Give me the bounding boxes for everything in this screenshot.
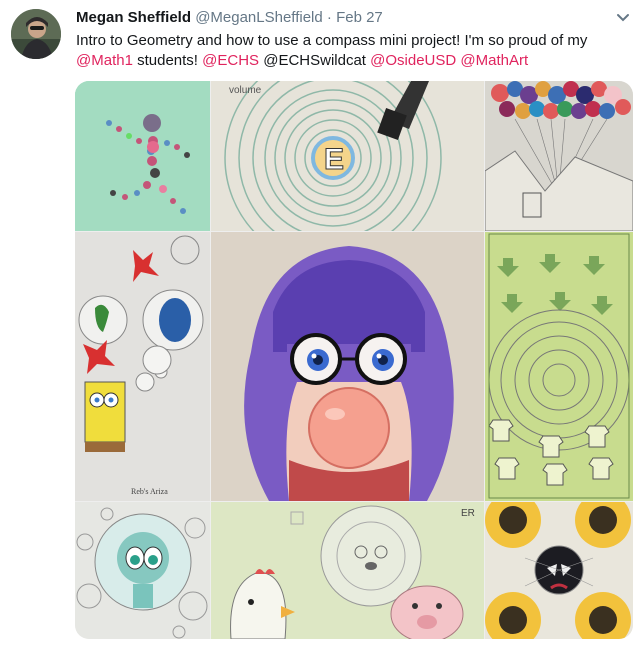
drawing-field-diagram [485, 232, 633, 501]
mention-link[interactable]: @Math1 [76, 52, 133, 69]
author-handle[interactable]: @MeganLSheffield [195, 9, 323, 26]
tweet-media-collage[interactable]: E volume Reb's Ariza ER [75, 81, 633, 639]
signature-label: Reb's Ariza [131, 487, 168, 496]
drawing-powerpuff-bubbles [75, 502, 210, 639]
tweet-text-segment: @ECHSwildcat [259, 52, 371, 69]
tweet-text-segment: students! [132, 52, 203, 69]
author-name[interactable]: Megan Sheffield [76, 9, 191, 26]
drawing-animals-circles: ER [211, 502, 484, 639]
header-separator: · [326, 9, 332, 26]
drawing-spongebob-bubbles: Reb's Ariza [75, 232, 210, 501]
drawing-balloon-house [485, 81, 633, 231]
drawing-sunflowers-spider [485, 502, 633, 639]
mention-link[interactable]: @MathArt [460, 52, 528, 69]
mention-link[interactable]: @ECHS [202, 52, 259, 69]
tweet-text: Intro to Geometry and how to use a compa… [76, 31, 631, 71]
more-options-chevron-icon[interactable] [614, 9, 632, 27]
tag-label: ER [461, 508, 475, 519]
drawing-girl-bubblegum [211, 232, 484, 501]
author-avatar[interactable] [11, 9, 61, 59]
tweet-header: Megan Sheffield @MeganLSheffield · Feb 2… [76, 9, 632, 29]
tweet-text-segment: Intro to Geometry and how to use a compa… [76, 32, 588, 49]
e-letter-label: E [324, 143, 344, 176]
drawing-letter-e-circles: E volume [211, 81, 484, 231]
tweet-date[interactable]: Feb 27 [336, 9, 383, 26]
avatar-photo [11, 9, 61, 59]
mention-link[interactable]: @OsideUSD [370, 52, 456, 69]
drawing-dancing-figure [75, 81, 210, 231]
volume-label: volume [229, 85, 262, 96]
